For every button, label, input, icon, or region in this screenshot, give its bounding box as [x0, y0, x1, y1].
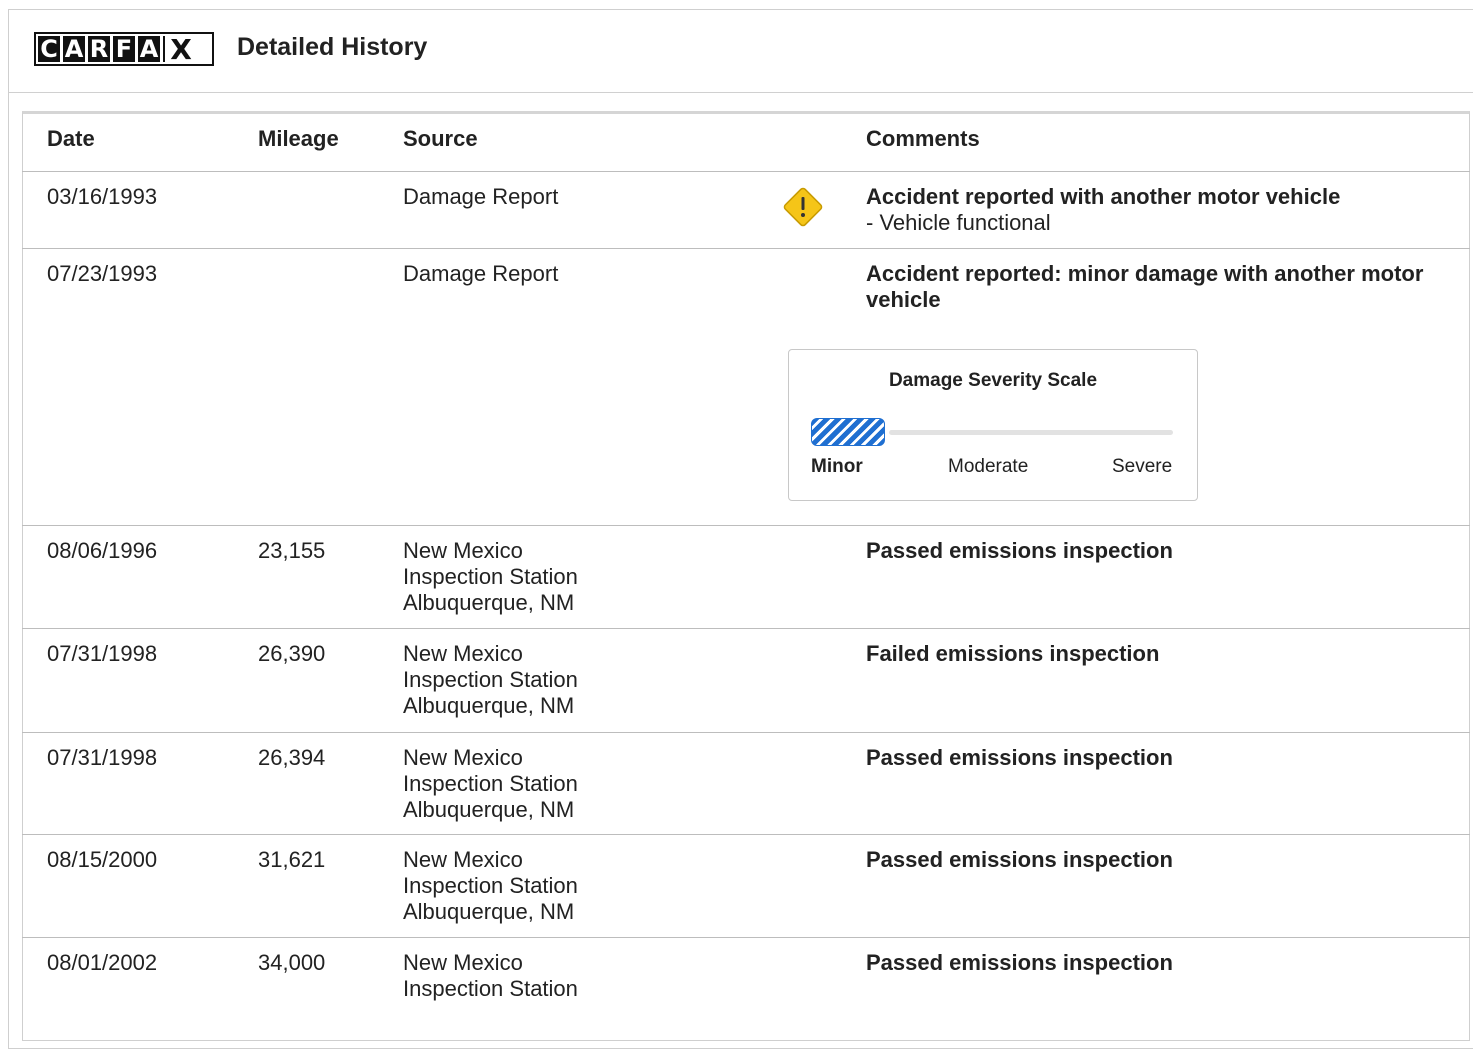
- row-mileage: 23,155: [258, 538, 326, 563]
- damage-severity-scale: Damage Severity Scale Minor Moderate Sev…: [788, 349, 1198, 501]
- logo-letter: F: [113, 36, 135, 62]
- column-header-mileage: Mileage: [258, 126, 339, 151]
- comment-detail: - Vehicle functional: [866, 210, 1051, 235]
- row-date: 07/31/1998: [47, 641, 158, 666]
- logo-letter: A: [138, 35, 160, 63]
- page-title: Detailed History: [237, 33, 428, 61]
- row-date: 08/15/2000: [47, 847, 158, 872]
- warning-diamond-icon: [783, 187, 823, 227]
- source-line: Inspection Station: [403, 873, 578, 898]
- scale-indicator: [811, 418, 885, 446]
- comment-headline: vehicle: [866, 287, 941, 312]
- row-mileage: 34,000: [258, 950, 326, 975]
- source-line: Inspection Station: [403, 667, 578, 692]
- row-mileage: 26,390: [258, 641, 326, 666]
- logo-letter: C: [38, 36, 60, 62]
- row-date: 08/01/2002: [47, 950, 158, 975]
- source-line: Inspection Station: [403, 976, 578, 1001]
- source-line: Inspection Station: [403, 564, 578, 589]
- source-line: Albuquerque, NM: [403, 899, 575, 924]
- scale-label-severe: Severe: [1112, 456, 1173, 477]
- row-source: New Mexico Inspection Station Albuquerqu…: [403, 745, 578, 823]
- column-header-source: Source: [403, 126, 478, 151]
- table-row: 07/31/1998 26,390 New Mexico Inspection …: [22, 629, 1470, 733]
- comment-headline: Passed emissions inspection: [866, 538, 1173, 563]
- column-header-date: Date: [47, 126, 95, 151]
- row-comment: Passed emissions inspection: [866, 745, 1456, 771]
- comment-headline: Passed emissions inspection: [866, 950, 1173, 975]
- row-source: New Mexico Inspection Station Albuquerqu…: [403, 641, 578, 719]
- table-row: 08/06/1996 23,155 New Mexico Inspection …: [22, 526, 1470, 629]
- logo-letter: X: [163, 36, 197, 64]
- source-line: New Mexico: [403, 950, 523, 975]
- row-mileage: 26,394: [258, 745, 326, 770]
- source-line: Damage Report: [403, 261, 559, 286]
- comment-headline: Passed emissions inspection: [866, 847, 1173, 872]
- row-comment: Accident reported with another motor veh…: [866, 184, 1456, 236]
- row-source: Damage Report: [403, 261, 558, 287]
- row-mileage: 31,621: [258, 847, 326, 872]
- row-date: 07/23/1993: [47, 261, 158, 286]
- source-line: New Mexico: [403, 745, 523, 770]
- source-line: New Mexico: [403, 538, 523, 563]
- table-row: 07/23/1993 Damage Report Accident report…: [22, 249, 1470, 526]
- source-line: Damage Report: [403, 184, 559, 209]
- source-line: Albuquerque, NM: [403, 590, 575, 615]
- scale-label-minor: Minor: [811, 456, 863, 477]
- source-line: Inspection Station: [403, 771, 578, 796]
- row-comment: Passed emissions inspection: [866, 847, 1456, 873]
- table-row: 03/16/1993 Damage Report Accident report…: [22, 172, 1470, 249]
- scale-title: Damage Severity Scale: [888, 370, 1098, 391]
- table-row: 08/15/2000 31,621 New Mexico Inspection …: [22, 835, 1470, 938]
- row-source: New Mexico Inspection Station: [403, 950, 578, 1002]
- source-line: Albuquerque, NM: [403, 797, 575, 822]
- comment-headline: Accident reported: minor damage with ano…: [866, 261, 1424, 286]
- comment-headline: Accident reported with another motor veh…: [866, 184, 1341, 209]
- row-source: New Mexico Inspection Station Albuquerqu…: [403, 847, 578, 925]
- scale-track: [889, 430, 1173, 435]
- table-row: 07/31/1998 26,394 New Mexico Inspection …: [22, 733, 1470, 835]
- row-source: Damage Report: [403, 184, 558, 210]
- carfax-logo: C A R F A X: [34, 32, 214, 66]
- row-comment: Passed emissions inspection: [866, 950, 1456, 976]
- logo-letter: A: [63, 35, 85, 63]
- row-date: 03/16/1993: [47, 184, 158, 209]
- source-line: New Mexico: [403, 847, 523, 872]
- source-line: New Mexico: [403, 641, 523, 666]
- row-date: 07/31/1998: [47, 745, 158, 770]
- report-header: C A R F A X Detailed History: [8, 9, 1473, 93]
- comment-headline: Failed emissions inspection: [866, 641, 1160, 666]
- row-source: New Mexico Inspection Station Albuquerqu…: [403, 538, 578, 616]
- table-header: Date Mileage Source Comments: [22, 114, 1470, 172]
- row-comment: Passed emissions inspection: [866, 538, 1456, 564]
- table-row: 08/01/2002 34,000 New Mexico Inspection …: [22, 938, 1470, 1028]
- comment-headline: Passed emissions inspection: [866, 745, 1173, 770]
- row-date: 08/06/1996: [47, 538, 158, 563]
- row-comment: Failed emissions inspection: [866, 641, 1456, 667]
- row-comment: Accident reported: minor damage with ano…: [866, 261, 1456, 313]
- source-line: Albuquerque, NM: [403, 693, 575, 718]
- scale-label-moderate: Moderate: [948, 456, 1029, 477]
- column-header-comments: Comments: [866, 126, 980, 151]
- logo-letter: R: [88, 35, 110, 63]
